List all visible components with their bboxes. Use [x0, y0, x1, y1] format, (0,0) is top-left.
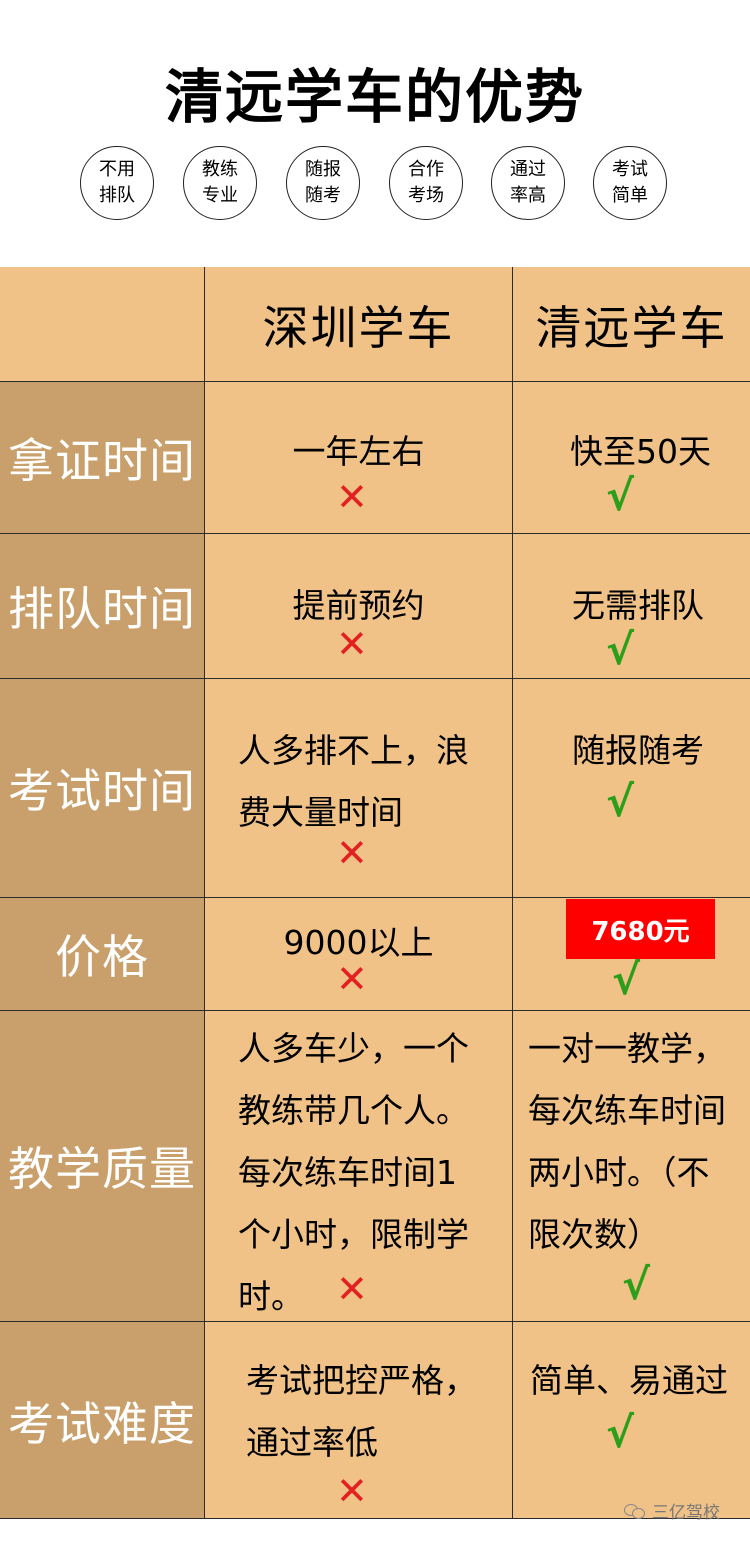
cross-icon: ✕ [336, 622, 368, 666]
badge-line: 随报 [305, 159, 341, 180]
badge-line: 考试 [612, 159, 648, 180]
price-tag: 7680元 [566, 899, 715, 959]
check-icon: √ [606, 471, 635, 520]
badge-no-queue: 不用 排队 [80, 146, 154, 220]
badge-line: 率高 [510, 185, 546, 206]
watermark: 三亿驾校 [624, 1498, 720, 1523]
cell-line: 个小时，限制学 [238, 1215, 469, 1254]
cell-line: 通过率低 [246, 1423, 378, 1462]
cell-qingyuan-exam-time: 随报随考 [572, 731, 704, 770]
badge-high-pass-rate: 通过 率高 [491, 146, 565, 220]
column-header-qingyuan: 清远学车 [535, 300, 728, 355]
badge-line: 专业 [202, 185, 238, 206]
cross-icon: ✕ [336, 1267, 368, 1311]
badge-easy-exam: 考试 简单 [593, 146, 667, 220]
badge-line: 不用 [99, 159, 135, 180]
column-header-shenzhen: 深圳学车 [262, 300, 455, 355]
cell-line: 人多排不上，浪 [238, 731, 469, 770]
row-header: 拿证时间 [0, 382, 204, 533]
cross-icon: ✕ [336, 475, 368, 519]
wechat-icon [624, 1502, 646, 1519]
cell-line: 时。 [238, 1277, 304, 1316]
badge-pro-coach: 教练 专业 [183, 146, 257, 220]
cell-line: 两小时。（不 [528, 1153, 710, 1192]
badge-line: 考场 [408, 185, 444, 206]
row-header: 教学质量 [0, 1011, 204, 1321]
check-icon: √ [606, 1408, 635, 1457]
badge-line: 随考 [305, 185, 341, 206]
cell-qingyuan-queue-time: 无需排队 [572, 586, 704, 625]
grid-line [0, 533, 750, 534]
badge-line: 排队 [99, 185, 135, 206]
cell-qingyuan-exam-difficulty: 简单、易通过 [530, 1361, 728, 1400]
check-icon: √ [606, 625, 635, 674]
cell-qingyuan-teaching-quality: 一对一教学， 每次练车时间 两小时。（不 限次数） [528, 1018, 750, 1266]
cell-line: 人多车少，一个 [238, 1029, 469, 1068]
cell-line: 教练带几个人。 [238, 1091, 469, 1130]
badge-line: 通过 [510, 159, 546, 180]
cell-line: 费大量时间 [238, 793, 403, 832]
cell-shenzhen-license-time: 一年左右 [292, 432, 425, 471]
cell-line: 一对一教学， [528, 1029, 726, 1068]
row-header: 考试时间 [0, 679, 204, 897]
grid-line [0, 1010, 750, 1011]
cross-icon: ✕ [336, 957, 368, 1001]
badge-line: 教练 [202, 159, 238, 180]
check-icon: √ [622, 1260, 651, 1309]
cell-line: 每次练车时间 [528, 1091, 726, 1130]
cell-shenzhen-teaching-quality: 人多车少，一个 教练带几个人。 每次练车时间1 个小时，限制学 时。 [238, 1018, 512, 1328]
grid-line [512, 267, 513, 1519]
comparison-table: 拿证时间 排队时间 考试时间 价格 教学质量 考试难度 深圳学车 清远学车 一年… [0, 267, 750, 1519]
cross-icon: ✕ [336, 1469, 368, 1513]
row-header: 排队时间 [0, 534, 204, 678]
watermark-text: 三亿驾校 [652, 1503, 720, 1523]
cross-icon: ✕ [336, 831, 368, 875]
check-icon: √ [606, 777, 635, 826]
badge-line: 简单 [612, 185, 648, 206]
cell-line: 考试把控严格， [246, 1361, 477, 1400]
grid-line [0, 678, 750, 679]
page-title: 清远学车的优势 [164, 63, 585, 131]
badge-exam-anytime: 随报 随考 [286, 146, 360, 220]
cell-shenzhen-exam-time: 人多排不上，浪 费大量时间 [238, 720, 512, 844]
check-icon: √ [612, 955, 641, 1004]
badge-partner-venue: 合作 考场 [389, 146, 463, 220]
row-header: 考试难度 [0, 1322, 204, 1519]
cell-shenzhen-exam-difficulty: 考试把控严格， 通过率低 [246, 1350, 512, 1474]
cell-line: 限次数） [528, 1215, 660, 1254]
advantage-badges: 不用排队 教练专业 随报随考 合作考场 通过率高 考试简单 [80, 146, 680, 222]
badge-line: 合作 [408, 159, 444, 180]
cell-qingyuan-license-time: 快至50天 [570, 432, 711, 471]
grid-line [0, 897, 750, 898]
cell-line: 每次练车时间1 [238, 1153, 457, 1192]
row-header: 价格 [0, 898, 204, 1010]
